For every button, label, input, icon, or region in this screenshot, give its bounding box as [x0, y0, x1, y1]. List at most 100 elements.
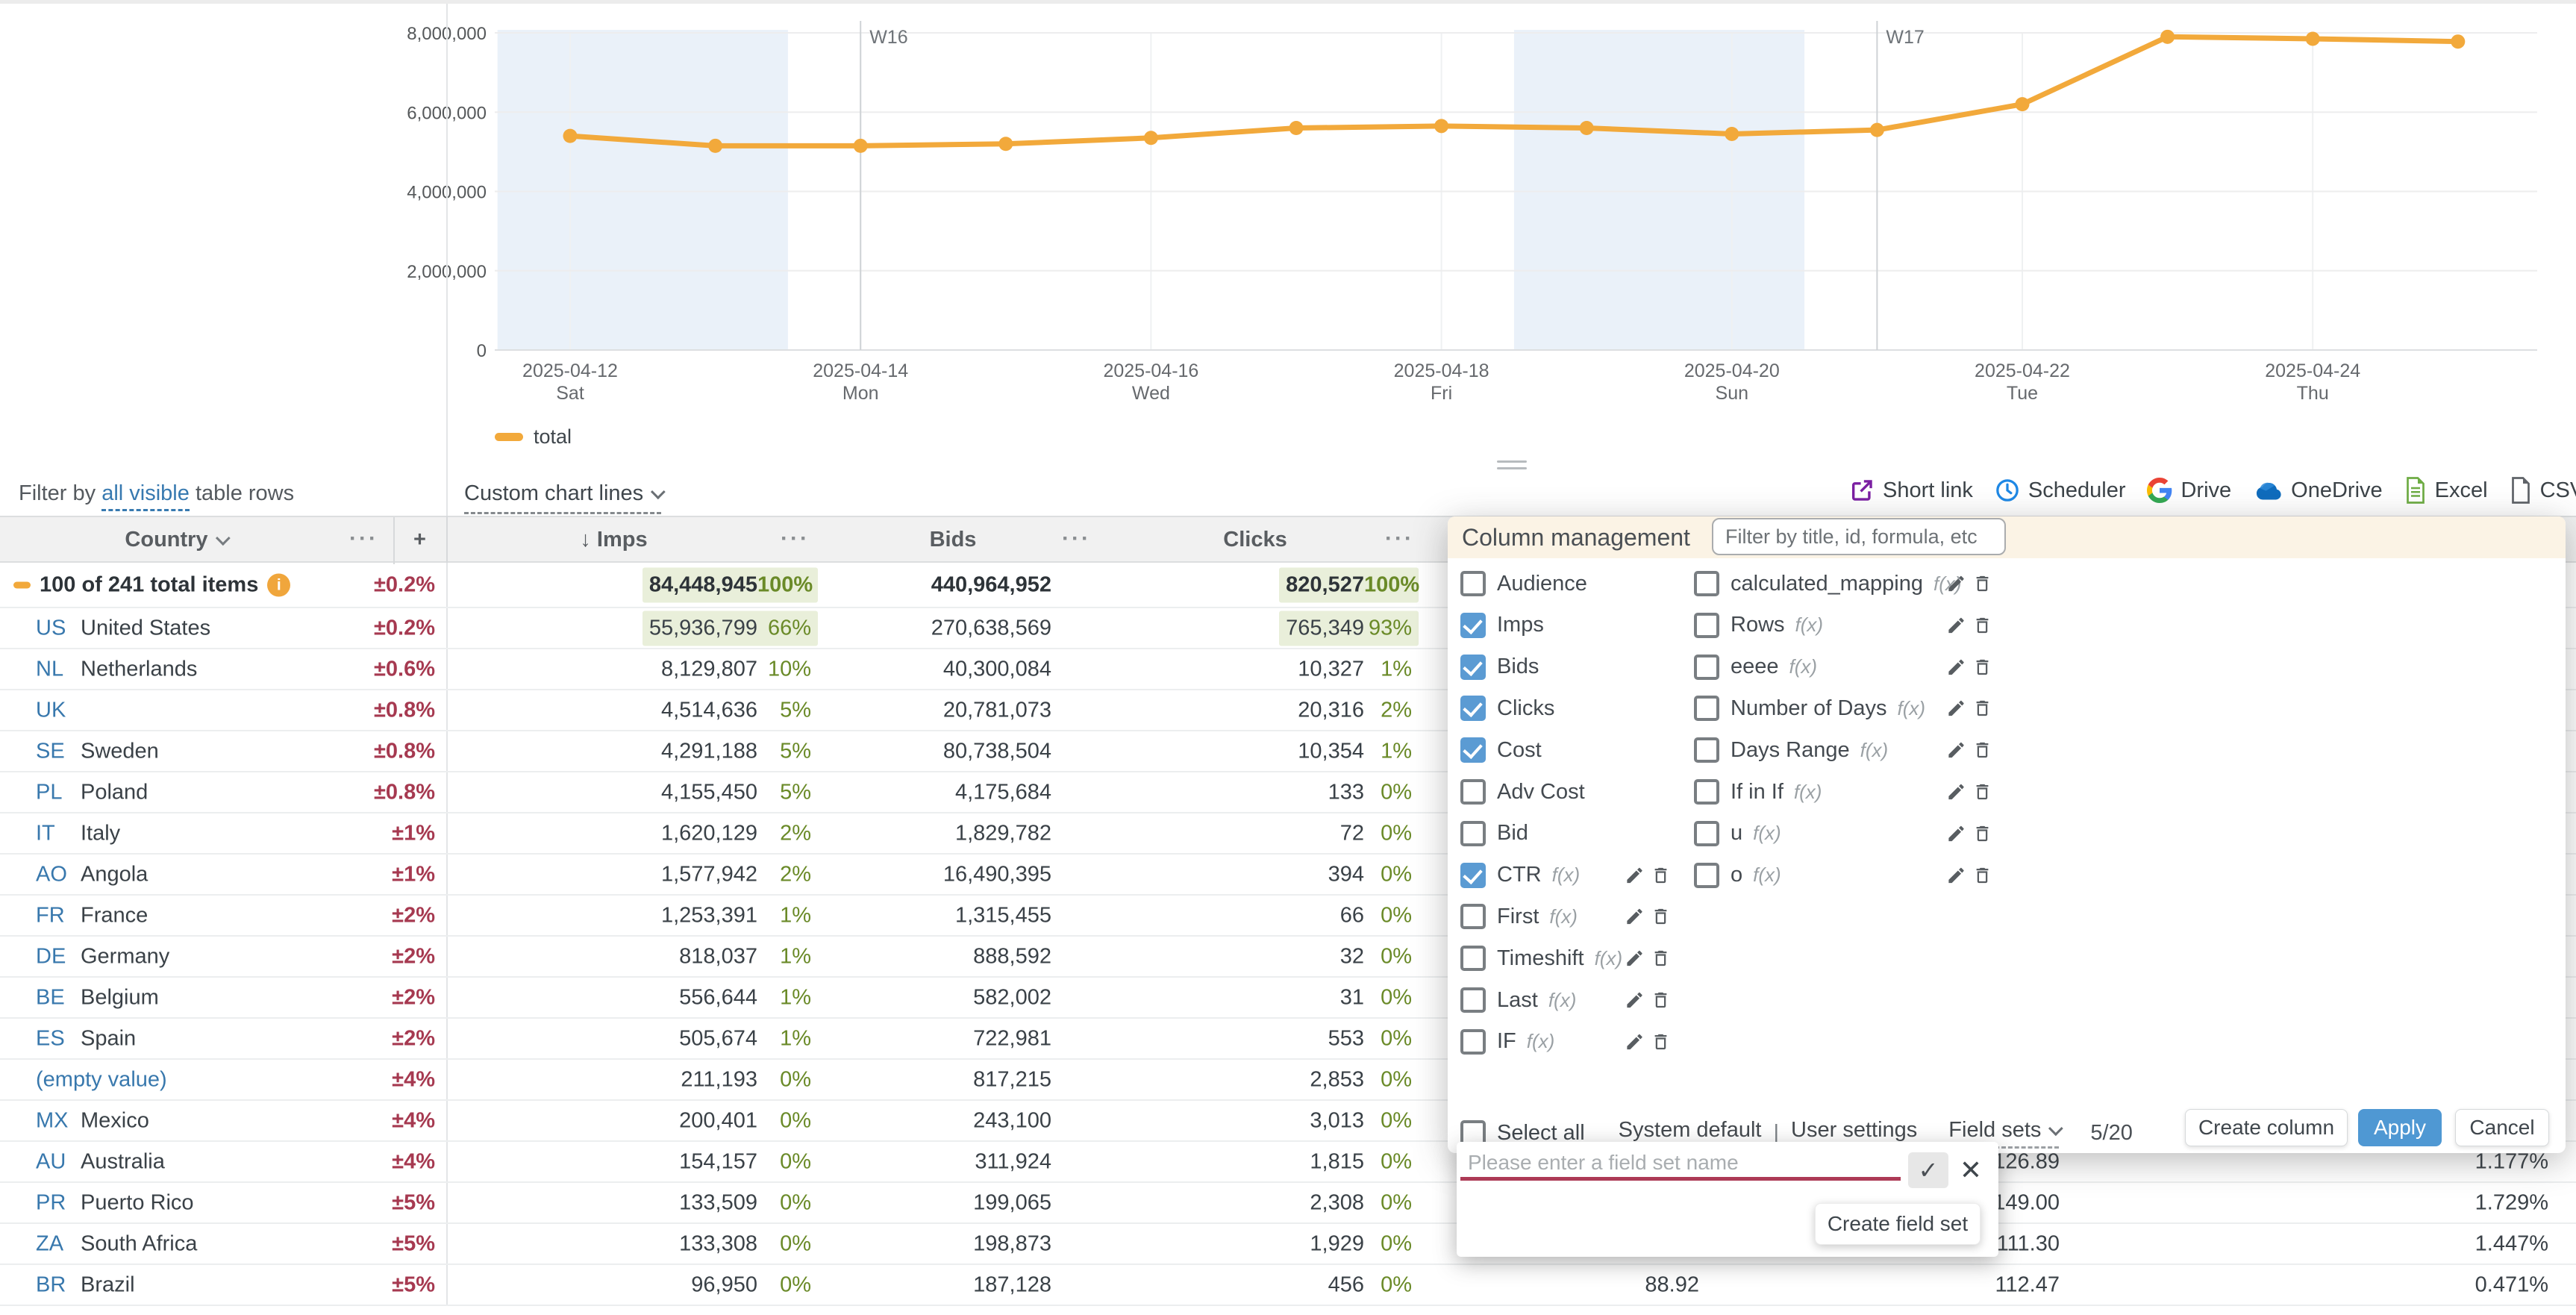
filter-scope-link[interactable]: all visible	[101, 481, 190, 511]
delete-trash-icon[interactable]	[1972, 657, 1992, 677]
info-icon[interactable]: i	[267, 573, 291, 596]
checkbox[interactable]	[1460, 654, 1486, 680]
field-set-name-input[interactable]	[1460, 1148, 1901, 1181]
checkbox[interactable]	[1460, 820, 1486, 846]
checkbox[interactable]	[1460, 779, 1486, 805]
custom-chart-lines-dropdown[interactable]: Custom chart lines	[464, 481, 666, 514]
table-row[interactable]: BR Brazil ±5% 96,950 0% 187,128 456 0% 88.92 112.…	[0, 1265, 2576, 1306]
x-tick-weekday: Sat	[556, 383, 584, 404]
delete-trash-icon[interactable]	[1651, 1031, 1671, 1052]
formula-badge: f(x)	[1793, 780, 1822, 803]
checkbox[interactable]	[1694, 737, 1719, 763]
checkbox[interactable]	[1694, 862, 1719, 888]
delete-trash-icon[interactable]	[1972, 782, 1992, 802]
imps-cell-value: 133,509	[679, 1190, 757, 1214]
clicks-cell-value: 1,815	[1310, 1149, 1364, 1173]
data-point	[1434, 119, 1449, 134]
edit-pencil-icon[interactable]	[1946, 782, 1966, 802]
edit-pencil-icon[interactable]	[1625, 990, 1645, 1011]
edit-pencil-icon[interactable]	[1946, 574, 1966, 594]
x-tick-weekday: Fri	[1431, 383, 1452, 404]
country-cell: DE Germany	[36, 944, 169, 969]
delete-trash-icon[interactable]	[1972, 865, 1992, 885]
edit-pencil-icon[interactable]	[1946, 740, 1966, 760]
column-filter-input[interactable]	[1712, 518, 2006, 555]
excel-button[interactable]: Excel	[2404, 477, 2488, 504]
checkbox[interactable]	[1694, 654, 1719, 680]
edit-pencil-icon[interactable]	[1946, 615, 1966, 635]
delete-trash-icon[interactable]	[1651, 990, 1671, 1011]
edit-pencil-icon[interactable]	[1625, 949, 1645, 969]
checkbox[interactable]	[1460, 1028, 1486, 1055]
scheduler-button[interactable]: Scheduler	[1995, 478, 2125, 503]
checkbox[interactable]	[1694, 571, 1719, 596]
edit-pencil-icon[interactable]	[1946, 699, 1966, 719]
ctr-cell: 1.447%	[2475, 1231, 2548, 1255]
imps-cell: 818,037 1%	[672, 939, 818, 974]
country-name: United States	[81, 616, 211, 640]
checkbox[interactable]	[1460, 862, 1486, 888]
table-row[interactable]: ZA South Africa ±5% 133,308 0% 198,873 1,929 0%…	[0, 1224, 2576, 1265]
data-point	[998, 137, 1013, 152]
edit-pencil-icon[interactable]	[1625, 1031, 1645, 1052]
delete-trash-icon[interactable]	[1651, 949, 1671, 969]
delete-trash-icon[interactable]	[1972, 615, 1992, 635]
clicks-cell-value: 72	[1339, 821, 1364, 845]
checkbox[interactable]	[1694, 612, 1719, 638]
drive-button[interactable]: Drive	[2147, 478, 2231, 503]
checkbox[interactable]	[1460, 904, 1486, 930]
imps-cell-pct: 5%	[780, 698, 811, 722]
delete-trash-icon[interactable]	[1972, 574, 1992, 594]
clicks-cell-pct: 0%	[1381, 1231, 1412, 1255]
delete-trash-icon[interactable]	[1972, 740, 1992, 760]
imps-cell-pct: 2%	[780, 821, 811, 845]
checkbox[interactable]	[1460, 987, 1486, 1013]
checkbox[interactable]	[1694, 779, 1719, 805]
column-header-clicks[interactable]: Clicks	[1183, 517, 1328, 564]
checkbox[interactable]	[1460, 696, 1486, 722]
timeseries-chart: 02,000,0004,000,0006,000,0008,000,000 W16…	[407, 21, 2537, 404]
imps-column-menu[interactable]: ···	[781, 517, 810, 564]
edit-pencil-icon[interactable]	[1625, 865, 1645, 885]
chart-table-splitter-handle[interactable]	[1497, 460, 1527, 474]
checkbox[interactable]	[1460, 946, 1486, 972]
cancel-button[interactable]: Cancel	[2455, 1109, 2549, 1146]
apply-button[interactable]: Apply	[2358, 1109, 2442, 1146]
edit-pencil-icon[interactable]	[1946, 823, 1966, 843]
confirm-check-button[interactable]: ✓	[1908, 1152, 1948, 1188]
checkbox[interactable]	[1460, 737, 1486, 763]
column-item-bids: Bids	[1460, 646, 1684, 688]
checkbox[interactable]	[1694, 696, 1719, 722]
imps-cell-value: 1,577,942	[660, 862, 757, 886]
create-column-button[interactable]: Create column	[2185, 1109, 2348, 1146]
add-column-button[interactable]: +	[393, 517, 446, 564]
clicks-column-menu[interactable]: ···	[1385, 517, 1414, 564]
edit-pencil-icon[interactable]	[1625, 907, 1645, 927]
imps-cell-pct: 1%	[780, 944, 811, 968]
csv-button[interactable]: CSV	[2510, 477, 2576, 504]
delete-trash-icon[interactable]	[1972, 699, 1992, 719]
edit-pencil-icon[interactable]	[1946, 865, 1966, 885]
column-header-imps[interactable]: ↓ Imps	[522, 517, 705, 564]
column-header-country[interactable]: Country	[45, 517, 306, 564]
edit-pencil-icon[interactable]	[1946, 657, 1966, 677]
create-field-set-button[interactable]: Create field set	[1815, 1203, 1981, 1245]
column-header-bids[interactable]: Bids	[881, 517, 1025, 564]
checkbox[interactable]	[1460, 571, 1486, 596]
delete-trash-icon[interactable]	[1651, 865, 1671, 885]
clicks-cell-value: 553	[1328, 1026, 1364, 1050]
clicks-cell-value: 133	[1328, 780, 1364, 804]
delete-trash-icon[interactable]	[1972, 823, 1992, 843]
short-link-button[interactable]: Short link	[1849, 478, 1973, 503]
checkbox[interactable]	[1460, 612, 1486, 638]
pm-cell: ±0.8%	[373, 739, 435, 763]
country-column-menu[interactable]: ···	[349, 517, 378, 564]
close-x-button[interactable]: ✕	[1953, 1151, 1989, 1190]
clicks-cell: 394 0%	[1322, 857, 1419, 892]
delete-trash-icon[interactable]	[1651, 907, 1671, 927]
onedrive-button[interactable]: OneDrive	[2253, 478, 2383, 503]
checkbox[interactable]	[1694, 820, 1719, 846]
bids-column-menu[interactable]: ···	[1062, 517, 1091, 564]
column-label: If in If	[1731, 779, 1783, 804]
table-row[interactable]: PR Puerto Rico ±5% 133,509 0% 199,065 2,308 0% 1…	[0, 1183, 2576, 1224]
